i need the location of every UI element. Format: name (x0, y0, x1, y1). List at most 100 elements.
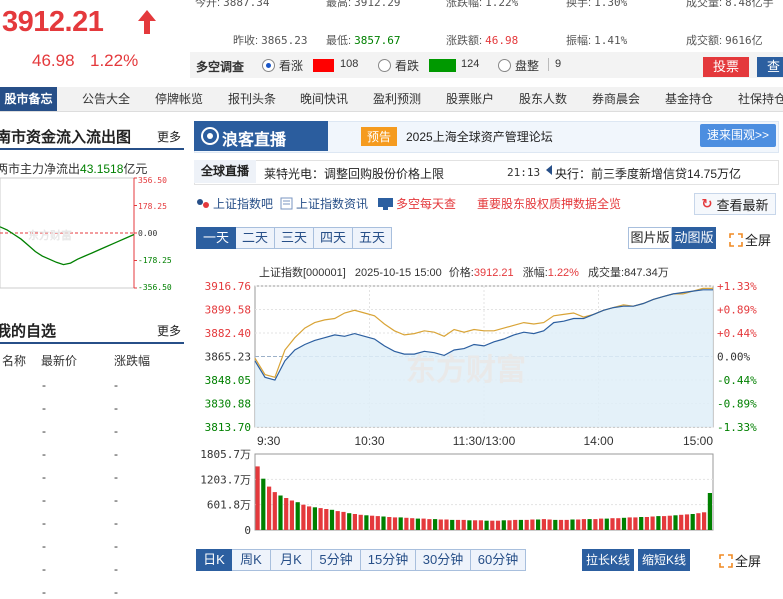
volume-bar (684, 514, 690, 530)
ticker-news-1[interactable]: 莱特光电：调整回购股份价格上限 (264, 165, 444, 182)
price-axis-label-right: +0.89% (717, 304, 757, 317)
volume-bar (450, 519, 455, 530)
flow-axis-2: 0.00 (138, 229, 157, 238)
volume-bar (404, 517, 409, 530)
volume-bar (427, 519, 432, 530)
volume-chart: 1805.7万 1203.7万 601.8万 0 (200, 448, 714, 537)
watchlist-cell: - (42, 447, 46, 461)
bear-color-box (429, 59, 456, 72)
ticker-arrow-icon (546, 165, 552, 175)
volume-bar (656, 516, 661, 530)
volume-plot-frame (254, 453, 714, 531)
nav-home[interactable]: 股市备忘 (0, 87, 57, 111)
kline-tab-15min[interactable]: 15分钟 (361, 549, 416, 571)
volume-axis-label: 601.8万 (207, 499, 251, 512)
view-result-button[interactable]: 查 (757, 57, 783, 77)
nav-item-fund-holdings[interactable]: 基金持仓 (665, 87, 713, 111)
price-axis-label-left: 3865.23 (205, 351, 251, 364)
chart-info-price: 3912.21 (473, 267, 514, 279)
time-axis-label: 9:30 (257, 434, 281, 448)
poll-flat-option[interactable]: 盘整 (498, 57, 539, 74)
latest-button[interactable]: ↻ 查看最新 (694, 193, 776, 215)
animated-version-button[interactable]: 动图版 (672, 227, 716, 249)
kline-tab-30min[interactable]: 30分钟 (416, 549, 471, 571)
volume-bar (484, 520, 489, 530)
live-logo-text: 浪客直播 (222, 132, 287, 149)
nav-item-account[interactable]: 股票账户 (446, 87, 494, 111)
nav-item-social-security[interactable]: 社保持仓 (738, 87, 783, 111)
watchlist-cell: - (42, 585, 46, 599)
link-pledge-data[interactable]: 重要股东股权质押数据全览 (477, 195, 621, 212)
watchlist-cell: - (42, 493, 46, 507)
link-bull-bear[interactable]: 多空每天查 (378, 195, 456, 212)
live-logo-icon (201, 127, 219, 145)
flat-bar (548, 58, 549, 71)
nav-item-headlines[interactable]: 报刊头条 (228, 87, 276, 111)
lengthen-kline-button[interactable]: 拉长K线 (582, 549, 634, 571)
volume-bar (644, 517, 649, 530)
watchlist-cell: - (42, 562, 46, 576)
flat-count: 9 (555, 58, 562, 70)
watchlist-cell: - (114, 493, 118, 507)
nav-item-evening-news[interactable]: 晚间快讯 (300, 87, 348, 111)
flow-more-link[interactable]: 更多 (157, 128, 181, 145)
tab-5day[interactable]: 五天 (353, 227, 392, 249)
nav-item-forecast[interactable]: 盈利预测 (373, 87, 421, 111)
poll-bear-option[interactable]: 看跌 (378, 57, 419, 74)
volume-bar (570, 519, 575, 530)
tab-1day[interactable]: 一天 (196, 227, 236, 249)
nav-item-broker-meeting[interactable]: 券商晨会 (592, 87, 640, 111)
nav-item-holders[interactable]: 股东人数 (519, 87, 567, 111)
price-change-pct: 1.22% (90, 51, 139, 70)
vote-button[interactable]: 投票 (703, 57, 749, 77)
nav-item-suspensions[interactable]: 停牌帐览 (155, 87, 203, 111)
fullscreen-button[interactable]: 全屏 (729, 230, 771, 249)
kline-tab-60min[interactable]: 60分钟 (471, 549, 526, 571)
bull-color-box (313, 59, 334, 72)
volume-bar (627, 517, 632, 530)
tab-4day[interactable]: 四天 (314, 227, 353, 249)
live-watch-button[interactable]: 速来围观>> (700, 124, 776, 147)
link-guba[interactable]: 上证指数吧 (196, 195, 273, 212)
kline-tab-day[interactable]: 日K (196, 549, 232, 571)
volume-bar (639, 517, 644, 530)
volume-bar (490, 520, 495, 530)
chart-info-datetime: 2025-10-15 15:00 (354, 267, 442, 279)
fund-flow-chart: 东方财富 356.50 178.25 0.00 -178.25 -356.50 (0, 176, 172, 292)
link-news[interactable]: 上证指数资讯 (280, 195, 368, 212)
intraday-chart[interactable]: 东方财富 3916.76 3899.58 3882.40 3865.23 3848.05… (194, 280, 783, 452)
volume-bar (530, 519, 535, 530)
kline-fullscreen-button[interactable]: 全屏 (719, 551, 761, 570)
volume-bar (690, 514, 695, 530)
price-axis-label-left: 3916.76 (205, 280, 251, 293)
live-headline[interactable]: 2025上海全球资产管理论坛 (406, 128, 553, 145)
volume-bar (662, 516, 667, 530)
volume-bar (455, 519, 461, 530)
watchlist-cell: - (114, 378, 118, 392)
watchlist-cell: - (42, 378, 46, 392)
price-axis-label-right: +1.33% (717, 280, 757, 293)
price-axis-label-right: -0.89% (717, 398, 757, 411)
bull-radio[interactable] (262, 59, 275, 72)
monitor-icon (378, 197, 393, 210)
bear-radio[interactable] (378, 59, 391, 72)
volume-bar (278, 495, 283, 530)
flat-radio[interactable] (498, 59, 511, 72)
shorten-kline-button[interactable]: 缩短K线 (638, 549, 690, 571)
poll-bull-option[interactable]: 看涨 (262, 57, 303, 74)
watchlist-cell: - (42, 539, 46, 553)
tab-2day[interactable]: 二天 (236, 227, 275, 249)
ticker-news-2[interactable]: 央行：前三季度新增信贷14.75万亿 (555, 165, 741, 182)
watch-header-price: 最新价 (41, 354, 78, 368)
cut-stat-2: 涨跌幅: 1.22% (446, 0, 519, 8)
volume-bar (473, 520, 478, 530)
nav-item-announcements[interactable]: 公告大全 (82, 87, 130, 111)
kline-tab-week[interactable]: 周K (232, 549, 271, 571)
kline-tab-month[interactable]: 月K (271, 549, 312, 571)
image-version-button[interactable]: 图片版 (628, 227, 672, 249)
kline-tab-5min[interactable]: 5分钟 (312, 549, 361, 571)
tab-3day[interactable]: 三天 (275, 227, 314, 249)
cut-top-row: 今开: 3887.34 最高: 3912.29 涨跌幅: 1.22% 换手: 1… (0, 0, 783, 8)
watchlist-title-rule (0, 342, 184, 344)
watchlist-more-link[interactable]: 更多 (157, 322, 181, 339)
